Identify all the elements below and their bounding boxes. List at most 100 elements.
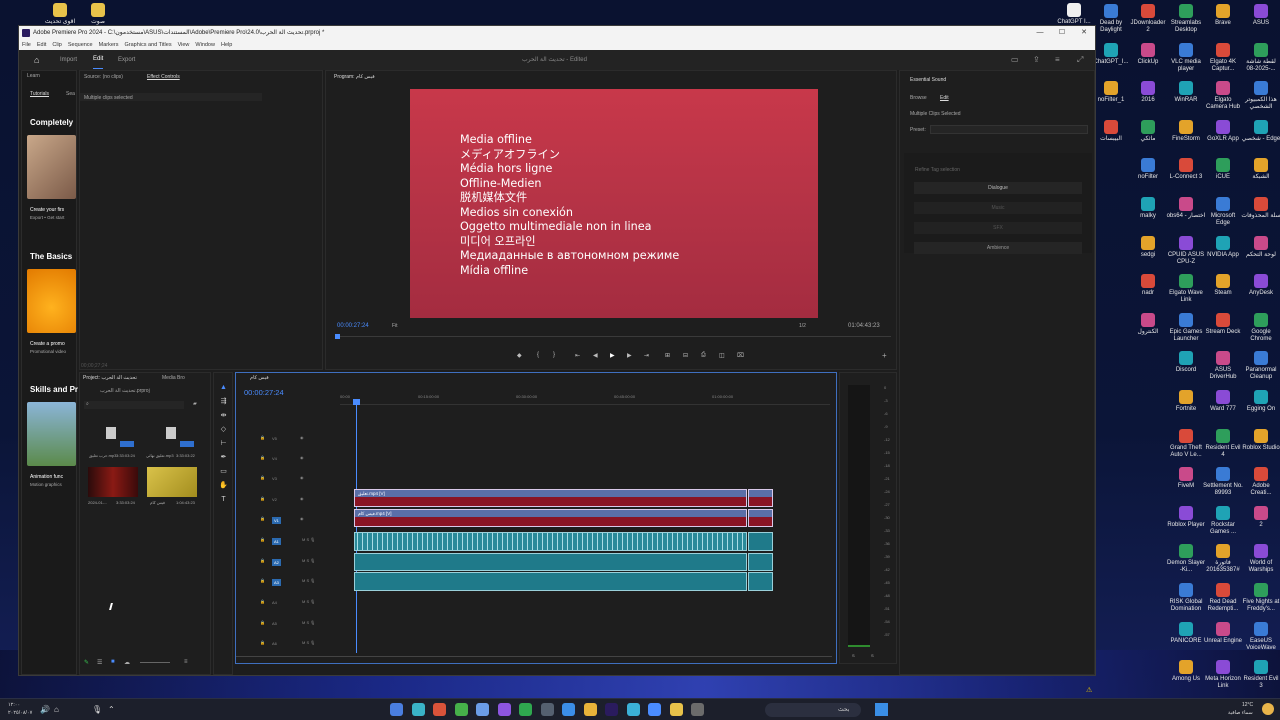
mute-solo-controls[interactable]: M S 🎙 — [302, 599, 315, 604]
tab-edit-sound[interactable]: Edit — [940, 95, 949, 101]
desktop-icon[interactable]: Adobe Creati... — [1241, 467, 1280, 497]
desktop-icon[interactable]: nadr — [1128, 274, 1168, 297]
desktop-icon[interactable]: Settlement No. 89993 — [1203, 467, 1243, 497]
eye-icon[interactable]: ◉ — [300, 455, 304, 460]
clip-v1-end[interactable] — [748, 509, 773, 527]
taskbar-app-icon[interactable] — [476, 703, 489, 716]
desktop-icon[interactable]: Ward 777 — [1203, 390, 1243, 413]
sort-icon[interactable]: ≡ — [184, 659, 188, 665]
desktop-icon[interactable]: لقطة شاشة 2025-08-... — [1241, 42, 1280, 73]
desktop-icon[interactable]: RISK Global Domination — [1166, 583, 1206, 613]
track-label[interactable]: V1 — [272, 517, 281, 524]
clip-v2[interactable]: تعليق.mp4 [V] — [354, 489, 747, 507]
tab-source[interactable]: Source: (no clips) — [84, 74, 123, 80]
lock-icon[interactable]: 🔒 — [260, 599, 265, 604]
tab-search[interactable]: Sea — [66, 91, 75, 97]
taskbar-app-icon[interactable] — [454, 703, 468, 716]
start-icon[interactable] — [875, 703, 888, 716]
desktop-icon[interactable]: iCUE — [1203, 158, 1243, 181]
project-item-sequence-thumb[interactable] — [147, 467, 197, 497]
taskbar-app-icon[interactable] — [411, 703, 425, 716]
desktop-icon[interactable]: Google Chrome — [1241, 312, 1280, 343]
desktop-icon[interactable]: Among Us — [1166, 660, 1206, 683]
menu-item-window[interactable]: Window — [195, 42, 215, 48]
marker-icon[interactable]: ◆ — [517, 352, 522, 359]
track-label[interactable]: V3 — [272, 476, 277, 481]
desktop-icon[interactable]: Egging On — [1241, 390, 1280, 413]
fullscreen-icon[interactable]: ⤢ — [1077, 50, 1083, 70]
desktop-icon[interactable]: 2 — [1241, 505, 1280, 529]
clock[interactable]: ١٢:٠٠ — [8, 702, 20, 708]
desktop-icon[interactable]: ASUS DriverHub — [1203, 351, 1243, 381]
desktop-icon[interactable]: سلة المحذوفات — [1241, 197, 1280, 220]
desktop-icon[interactable]: Paranormal Cleanup — [1241, 351, 1280, 381]
tutorial-title[interactable]: Create a promo — [30, 341, 65, 347]
taskbar-app-icon[interactable] — [390, 703, 403, 716]
taskbar-app-icon[interactable] — [669, 703, 683, 716]
desktop-icon-chatgpt[interactable]: ChatGPT I... — [1054, 3, 1094, 26]
desktop-icon[interactable]: Roblox Player — [1166, 505, 1206, 529]
clip-a1-end[interactable] — [748, 532, 773, 551]
clip-a3[interactable] — [354, 572, 747, 591]
zoom-slider[interactable] — [140, 662, 170, 663]
track-label[interactable]: A3 — [272, 579, 281, 586]
desktop-icon[interactable]: FiveM — [1166, 467, 1206, 490]
tutorial-thumbnail[interactable] — [27, 269, 76, 333]
desktop-icon[interactable]: البيبسات — [1091, 119, 1131, 143]
tab-edit[interactable]: Edit — [93, 50, 104, 69]
mic-icon[interactable]: 🎙 — [92, 705, 102, 714]
desktop-icon[interactable]: GoXLR App — [1203, 119, 1243, 143]
sfx-button[interactable]: SFX — [914, 222, 1082, 234]
project-item-video-thumb[interactable] — [88, 467, 138, 497]
desktop-icon[interactable]: Rockstar Games ... — [1203, 505, 1243, 536]
menu-item-view[interactable]: View — [178, 42, 190, 48]
slip-icon[interactable]: ⊢ — [219, 439, 228, 448]
desktop-icon[interactable]: PANICORE — [1166, 621, 1206, 645]
warning-icon[interactable]: ⚠ — [1086, 686, 1092, 694]
maximize-button[interactable]: ☐ — [1051, 26, 1073, 40]
tab-effect-controls[interactable]: Effect Controls — [147, 74, 180, 80]
tab-export[interactable]: Export — [118, 50, 135, 70]
desktop-icon[interactable]: الشبكة — [1241, 158, 1280, 181]
tab-media-browser[interactable]: Media Bro — [162, 375, 185, 381]
desktop-icon[interactable]: Resident Evil 4 — [1203, 428, 1243, 459]
desktop-icon[interactable]: sedgi — [1128, 235, 1168, 259]
mute-solo-controls[interactable]: M S 🎙 — [302, 640, 315, 645]
desktop-icon[interactable]: ChatGPT_I... — [1091, 42, 1131, 66]
playhead-marker[interactable] — [335, 334, 340, 339]
menu-item-file[interactable]: File — [22, 42, 31, 48]
clip-v1[interactable]: فيس كام.mp4 [V] — [354, 509, 747, 527]
desktop-icon[interactable]: World of Warships — [1241, 544, 1280, 574]
speaker-icon[interactable]: 🔊 — [40, 705, 50, 714]
list-view-icon[interactable]: ☰ — [97, 659, 102, 666]
taskbar-app-icon[interactable] — [433, 703, 446, 716]
desktop-icon[interactable]: obs64 - اختصار — [1166, 197, 1206, 220]
desktop-icon[interactable]: Steam — [1203, 274, 1243, 297]
taskbar-app-icon[interactable] — [691, 703, 704, 716]
mute-solo-controls[interactable]: M S 🎙 — [302, 558, 315, 563]
freeform-view-icon[interactable]: ☁ — [124, 659, 130, 666]
razor-icon[interactable]: ◇ — [219, 425, 228, 434]
resolution-dropdown[interactable]: 1/2 — [799, 323, 806, 329]
track-label[interactable]: A4 — [272, 600, 277, 605]
step-back-icon[interactable]: ◀ — [593, 352, 598, 359]
desktop-icon[interactable]: Elgato Camera Hub — [1203, 81, 1243, 111]
taskbar-app-icon[interactable] — [540, 703, 554, 716]
tutorial-title[interactable]: Animation func — [30, 474, 63, 480]
desktop-icon[interactable]: Stream Deck — [1203, 312, 1243, 336]
minimize-button[interactable]: — — [1029, 26, 1051, 40]
taskbar-app-icon[interactable] — [605, 703, 618, 716]
icon-view-icon[interactable]: ■ — [111, 659, 115, 665]
lock-icon[interactable]: 🔒 — [260, 435, 265, 440]
audio-track-header[interactable]: 🔒 A4 M S 🎙 — [256, 594, 332, 614]
program-scrub-bar[interactable] — [337, 336, 891, 341]
track-label[interactable]: V2 — [272, 497, 277, 502]
timeline-tab[interactable]: فيس كام — [250, 375, 269, 381]
desktop-icon[interactable]: ASUS — [1241, 4, 1280, 27]
pen-icon[interactable]: ✒ — [219, 453, 228, 462]
menu-item-help[interactable]: Help — [221, 42, 232, 48]
desktop-icon[interactable]: Resident Evil 3 — [1241, 660, 1280, 690]
lock-icon[interactable]: 🔒 — [260, 516, 265, 521]
desktop-icon[interactable]: Meta Horizon Link — [1203, 660, 1243, 690]
desktop-icon-update[interactable]: اقوى تحديث — [40, 3, 80, 26]
